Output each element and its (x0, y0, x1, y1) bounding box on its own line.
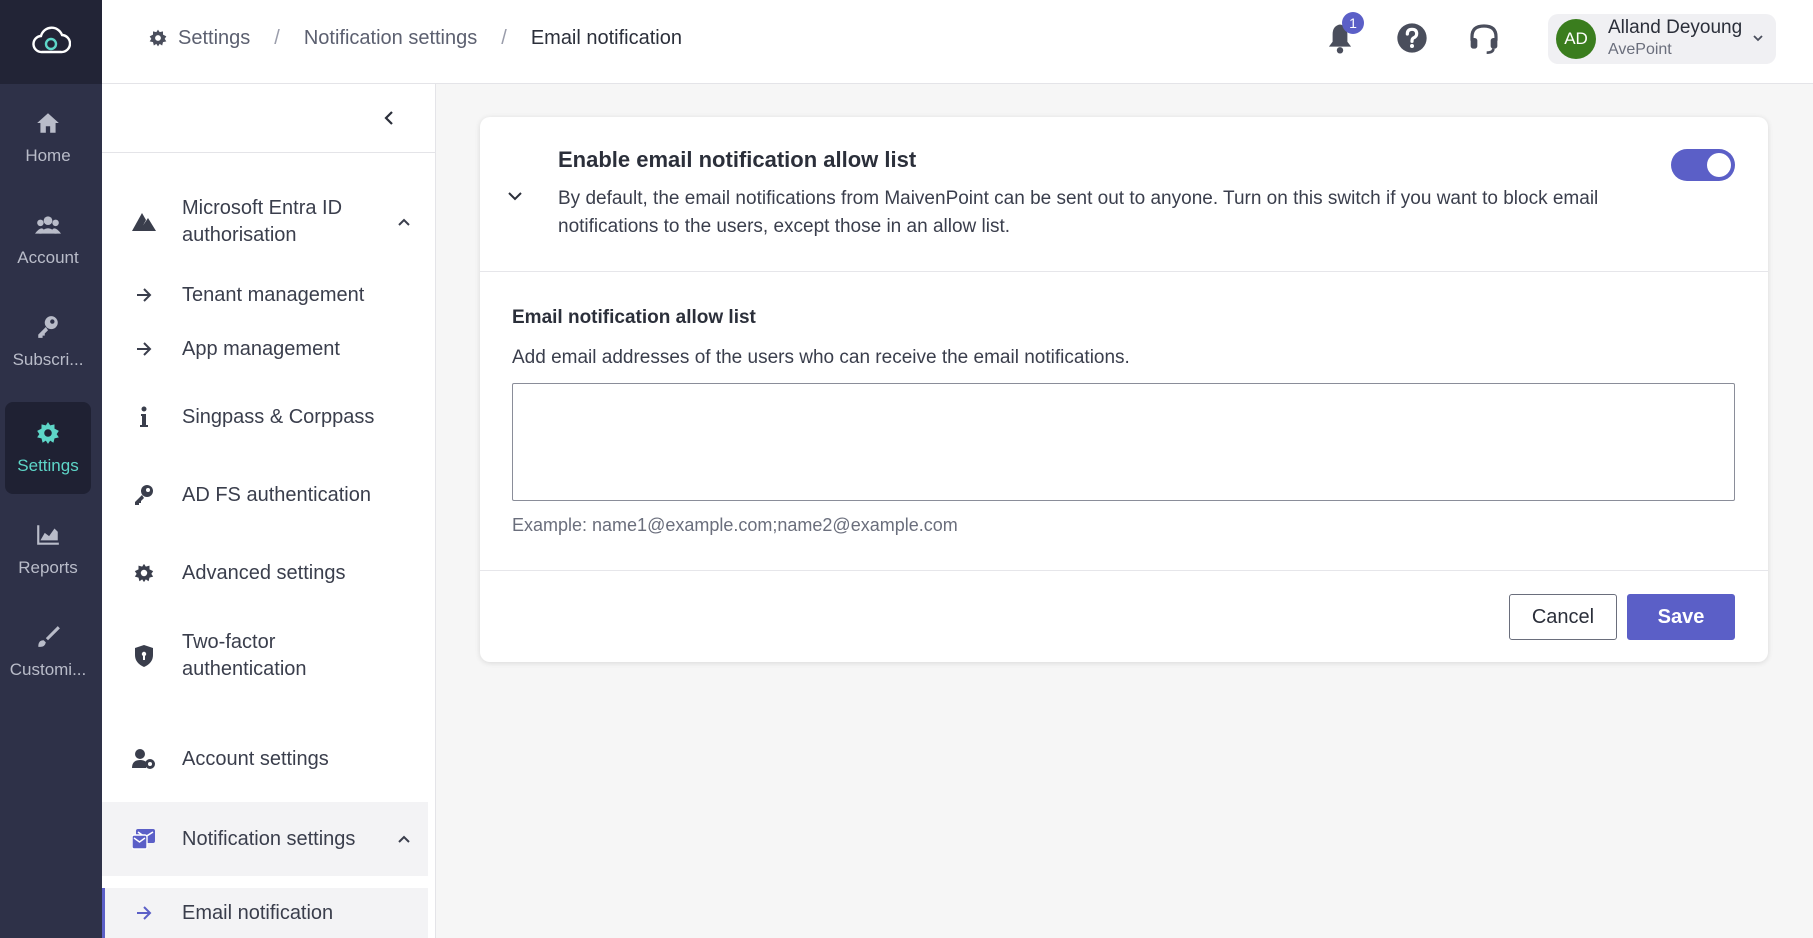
info-icon (132, 405, 156, 429)
rail-label-subscription: Subscri... (12, 350, 84, 369)
nav-item-advanced-settings[interactable]: Advanced settings (102, 558, 428, 588)
notification-icon (132, 827, 156, 851)
card-divider (480, 570, 1768, 571)
nav-label-advanced-settings: Advanced settings (182, 561, 346, 584)
help-icon (1397, 23, 1427, 53)
allow-list-toggle[interactable] (1671, 149, 1735, 181)
allow-list-input[interactable] (512, 383, 1735, 501)
notification-count-badge: 1 (1342, 12, 1364, 34)
breadcrumb-current: Email notification (530, 26, 682, 49)
rail-label-account: Account (17, 248, 79, 267)
app-logo[interactable] (0, 0, 102, 84)
rail-item-account[interactable]: Account (5, 194, 91, 286)
nav-item-two-factor[interactable]: Two-factor authentication (102, 624, 428, 688)
breadcrumb-separator: / (274, 26, 280, 49)
arrow-right-icon (132, 901, 156, 925)
nav-label-singpass: Singpass & Corppass (182, 405, 375, 428)
breadcrumb-notification-settings[interactable]: Notification settings (304, 27, 477, 50)
card-title: Enable email notification allow list (558, 147, 917, 172)
help-button[interactable] (1392, 18, 1432, 58)
user-name: Alland Deyoung (1608, 17, 1743, 38)
user-info: Alland Deyoung AvePoint (1608, 17, 1742, 61)
chevron-down-icon[interactable] (506, 187, 524, 205)
arrow-right-icon (132, 337, 156, 361)
allow-list-title: Email notification allow list (512, 307, 756, 328)
rail-item-home[interactable]: Home (5, 92, 91, 184)
toggle-knob (1707, 153, 1731, 177)
nav-label-two-factor: Two-factor authentication (182, 631, 307, 680)
gear-icon (37, 422, 59, 444)
user-menu[interactable]: AD Alland Deyoung AvePoint (1548, 14, 1776, 64)
rail-item-subscription[interactable]: Subscri... (5, 296, 91, 388)
nav-label-email-notification: Email notification (182, 901, 334, 924)
chart-icon (37, 525, 59, 545)
rail-item-customization[interactable]: Customi... (5, 606, 91, 698)
rail-item-reports[interactable]: Reports (5, 504, 91, 596)
avatar: AD (1556, 19, 1596, 59)
entra-icon (132, 210, 156, 234)
nav-divider (102, 152, 436, 153)
rail-item-settings[interactable]: Settings (5, 402, 91, 494)
nav-label-entra-id: Microsoft Entra ID authorisation (182, 197, 343, 246)
nav-item-account-settings[interactable]: Account settings (102, 744, 428, 774)
breadcrumb: Settings / Notification settings / Email… (148, 0, 682, 76)
arrow-right-icon (132, 283, 156, 307)
rail-label-home: Home (25, 146, 71, 165)
settings-nav: Microsoft Entra ID authorisation Tenant … (102, 84, 436, 938)
card-description: By default, the email notifications from… (558, 188, 1599, 237)
headset-icon (1470, 24, 1498, 54)
nav-item-singpass[interactable]: Singpass & Corppass (102, 402, 428, 432)
nav-label-tenant-management: Tenant management (182, 283, 365, 306)
collapse-chevron-left-icon[interactable] (379, 108, 399, 128)
gear-icon (149, 29, 167, 47)
card-divider (480, 271, 1768, 272)
support-button[interactable] (1464, 18, 1504, 58)
notifications-button[interactable]: 1 (1320, 12, 1364, 58)
allow-list-example: Example: name1@example.com;name2@example… (512, 515, 958, 535)
rail-label-customization: Customi... (9, 660, 87, 679)
nav-item-app-management[interactable]: App management (102, 334, 428, 364)
shield-icon (132, 644, 156, 668)
home-icon (37, 113, 59, 133)
chevron-down-icon (1753, 35, 1763, 42)
cloud-logo-icon (32, 26, 71, 54)
save-button[interactable]: Save (1627, 594, 1735, 640)
email-allow-list-card: Enable email notification allow list By … (480, 117, 1768, 662)
nav-label-account-settings: Account settings (182, 747, 329, 770)
allow-list-description: Add email addresses of the users who can… (512, 347, 1130, 368)
nav-label-app-management: App management (182, 337, 340, 360)
user-org: AvePoint (1608, 41, 1672, 58)
users-icon (35, 216, 61, 234)
chevron-up-icon (398, 835, 410, 843)
nav-item-adfs[interactable]: AD FS authentication (102, 480, 428, 510)
app-rail: Home Account Subscri... Settings Reports… (0, 0, 102, 938)
brush-icon (38, 626, 60, 647)
key-icon (132, 483, 156, 507)
nav-item-email-notification[interactable]: Email notification (102, 888, 428, 938)
rail-label-reports: Reports (18, 558, 78, 577)
nav-item-entra-id[interactable]: Microsoft Entra ID authorisation (102, 184, 428, 260)
breadcrumb-separator: / (501, 26, 507, 49)
nav-item-tenant-management[interactable]: Tenant management (102, 280, 428, 310)
nav-label-notification-settings: Notification settings (182, 827, 356, 850)
breadcrumb-settings[interactable]: Settings (178, 27, 250, 50)
top-header: Settings / Notification settings / Email… (102, 0, 1813, 84)
cancel-button[interactable]: Cancel (1509, 594, 1617, 640)
rail-label-settings: Settings (17, 456, 79, 475)
header-actions: 1 (1320, 12, 1536, 60)
user-gear-icon (132, 747, 156, 771)
key-icon (38, 316, 58, 338)
nav-item-notification-settings[interactable]: Notification settings (102, 802, 428, 876)
gear-icon (132, 561, 156, 585)
nav-label-adfs: AD FS authentication (182, 483, 371, 506)
chevron-up-icon (398, 218, 410, 226)
